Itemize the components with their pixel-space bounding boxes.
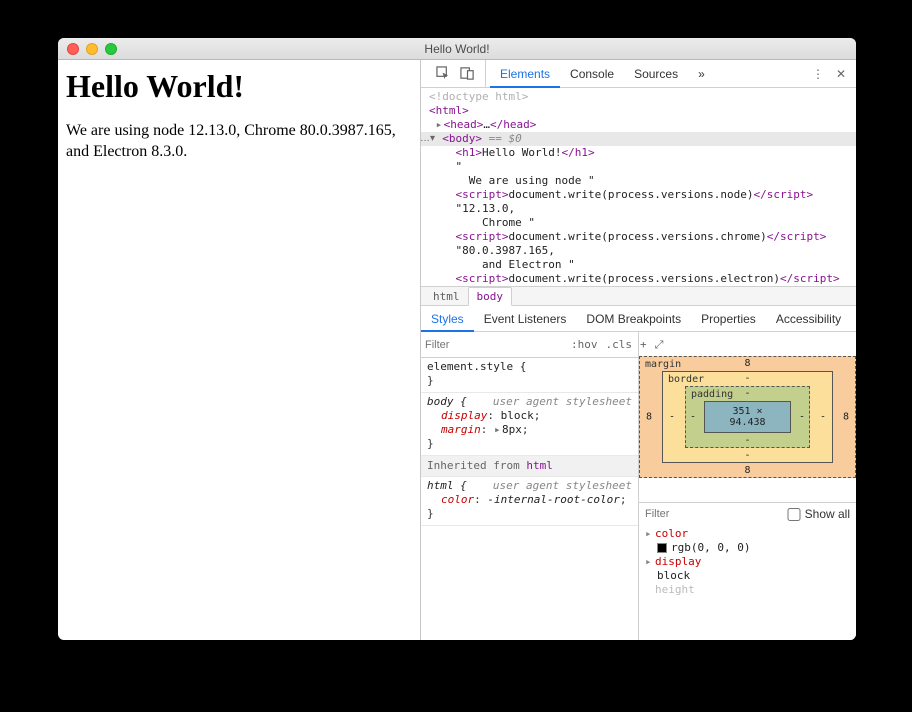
app-window: Hello World! Hello World! We are using n… <box>58 38 856 640</box>
inherited-from: Inherited from html <box>421 456 638 477</box>
styles-pane: Styles Event Listeners DOM Breakpoints P… <box>421 306 856 640</box>
devtools-left-icons <box>425 60 486 87</box>
window-title: Hello World! <box>58 42 856 56</box>
body-node-selected[interactable]: <body> == $0 <box>421 132 856 146</box>
rule-body[interactable]: user agent stylesheet body { display: bl… <box>421 393 638 456</box>
elements-tree[interactable]: <!doctype html> <html> ▸<head>…</head> <… <box>421 88 856 286</box>
settings-icon[interactable]: ⋮ <box>812 67 824 81</box>
tabs-overflow-icon[interactable]: » <box>688 60 715 87</box>
styles-filter-input[interactable] <box>425 339 567 351</box>
inspect-element-icon[interactable] <box>431 62 455 86</box>
hov-button[interactable]: :hov <box>567 338 602 352</box>
color-swatch-icon[interactable] <box>657 543 667 553</box>
expand-icon[interactable]: ▸ <box>436 118 444 132</box>
computed-filter-input[interactable] <box>645 508 787 520</box>
styles-tabs: Styles Event Listeners DOM Breakpoints P… <box>421 306 856 332</box>
stab-properties[interactable]: Properties <box>691 306 766 331</box>
tab-sources[interactable]: Sources <box>624 60 688 87</box>
stab-dom-breakpoints[interactable]: DOM Breakpoints <box>576 306 691 331</box>
tab-elements[interactable]: Elements <box>490 60 560 87</box>
close-window-button[interactable] <box>67 43 79 55</box>
devtools-tabs: Elements Console Sources » <box>490 60 715 87</box>
close-devtools-icon[interactable]: ✕ <box>836 67 846 81</box>
rendered-page: Hello World! We are using node 12.13.0, … <box>58 60 420 640</box>
styles-filter-row: :hov .cls + ⤢ <box>421 332 638 358</box>
stab-accessibility[interactable]: Accessibility <box>766 306 851 331</box>
rule-html[interactable]: user agent stylesheet html { color: -int… <box>421 477 638 526</box>
page-paragraph: We are using node 12.13.0, Chrome 80.0.3… <box>66 121 412 163</box>
computed-prop-display[interactable]: ▸display <box>645 555 856 569</box>
crumb-html[interactable]: html <box>425 288 468 305</box>
device-toolbar-icon[interactable] <box>455 62 479 86</box>
computed-list: ▸color rgb(0, 0, 0) ▸display block heigh… <box>639 525 856 599</box>
doctype-node: <!doctype html> <box>429 90 528 103</box>
devtools-right-icons: ⋮ ✕ <box>812 67 852 81</box>
devtools-panel: Elements Console Sources » ⋮ ✕ <!doctype… <box>420 60 856 640</box>
styles-right: margin 8 8 8 8 border - - - <box>639 332 856 640</box>
window-content: Hello World! We are using node 12.13.0, … <box>58 60 856 640</box>
devtools-toolbar: Elements Console Sources » ⋮ ✕ <box>421 60 856 88</box>
rule-element-style[interactable]: element.style { } <box>421 358 638 393</box>
computed-prop-height[interactable]: height <box>645 583 856 597</box>
crumb-body[interactable]: body <box>468 287 513 306</box>
styles-rules: :hov .cls + ⤢ element.style { } user age… <box>421 332 639 640</box>
show-all-checkbox[interactable] <box>787 508 801 521</box>
html-open[interactable]: <html> <box>429 104 469 117</box>
box-model-content: 351 × 94.438 <box>704 401 791 433</box>
minimize-window-button[interactable] <box>86 43 98 55</box>
cls-button[interactable]: .cls <box>602 338 637 352</box>
computed-filter-row: Show all <box>639 502 856 525</box>
zoom-window-button[interactable] <box>105 43 117 55</box>
breadcrumb: html body <box>421 286 856 306</box>
box-model[interactable]: margin 8 8 8 8 border - - - <box>639 332 856 502</box>
styles-body: :hov .cls + ⤢ element.style { } user age… <box>421 332 856 640</box>
stab-event-listeners[interactable]: Event Listeners <box>474 306 577 331</box>
page-heading: Hello World! <box>66 68 412 105</box>
tab-console[interactable]: Console <box>560 60 624 87</box>
titlebar: Hello World! <box>58 38 856 60</box>
computed-prop-color[interactable]: ▸color <box>645 527 856 541</box>
traffic-lights <box>67 43 117 55</box>
show-all-label: Show all <box>805 507 850 521</box>
stab-styles[interactable]: Styles <box>421 306 474 331</box>
